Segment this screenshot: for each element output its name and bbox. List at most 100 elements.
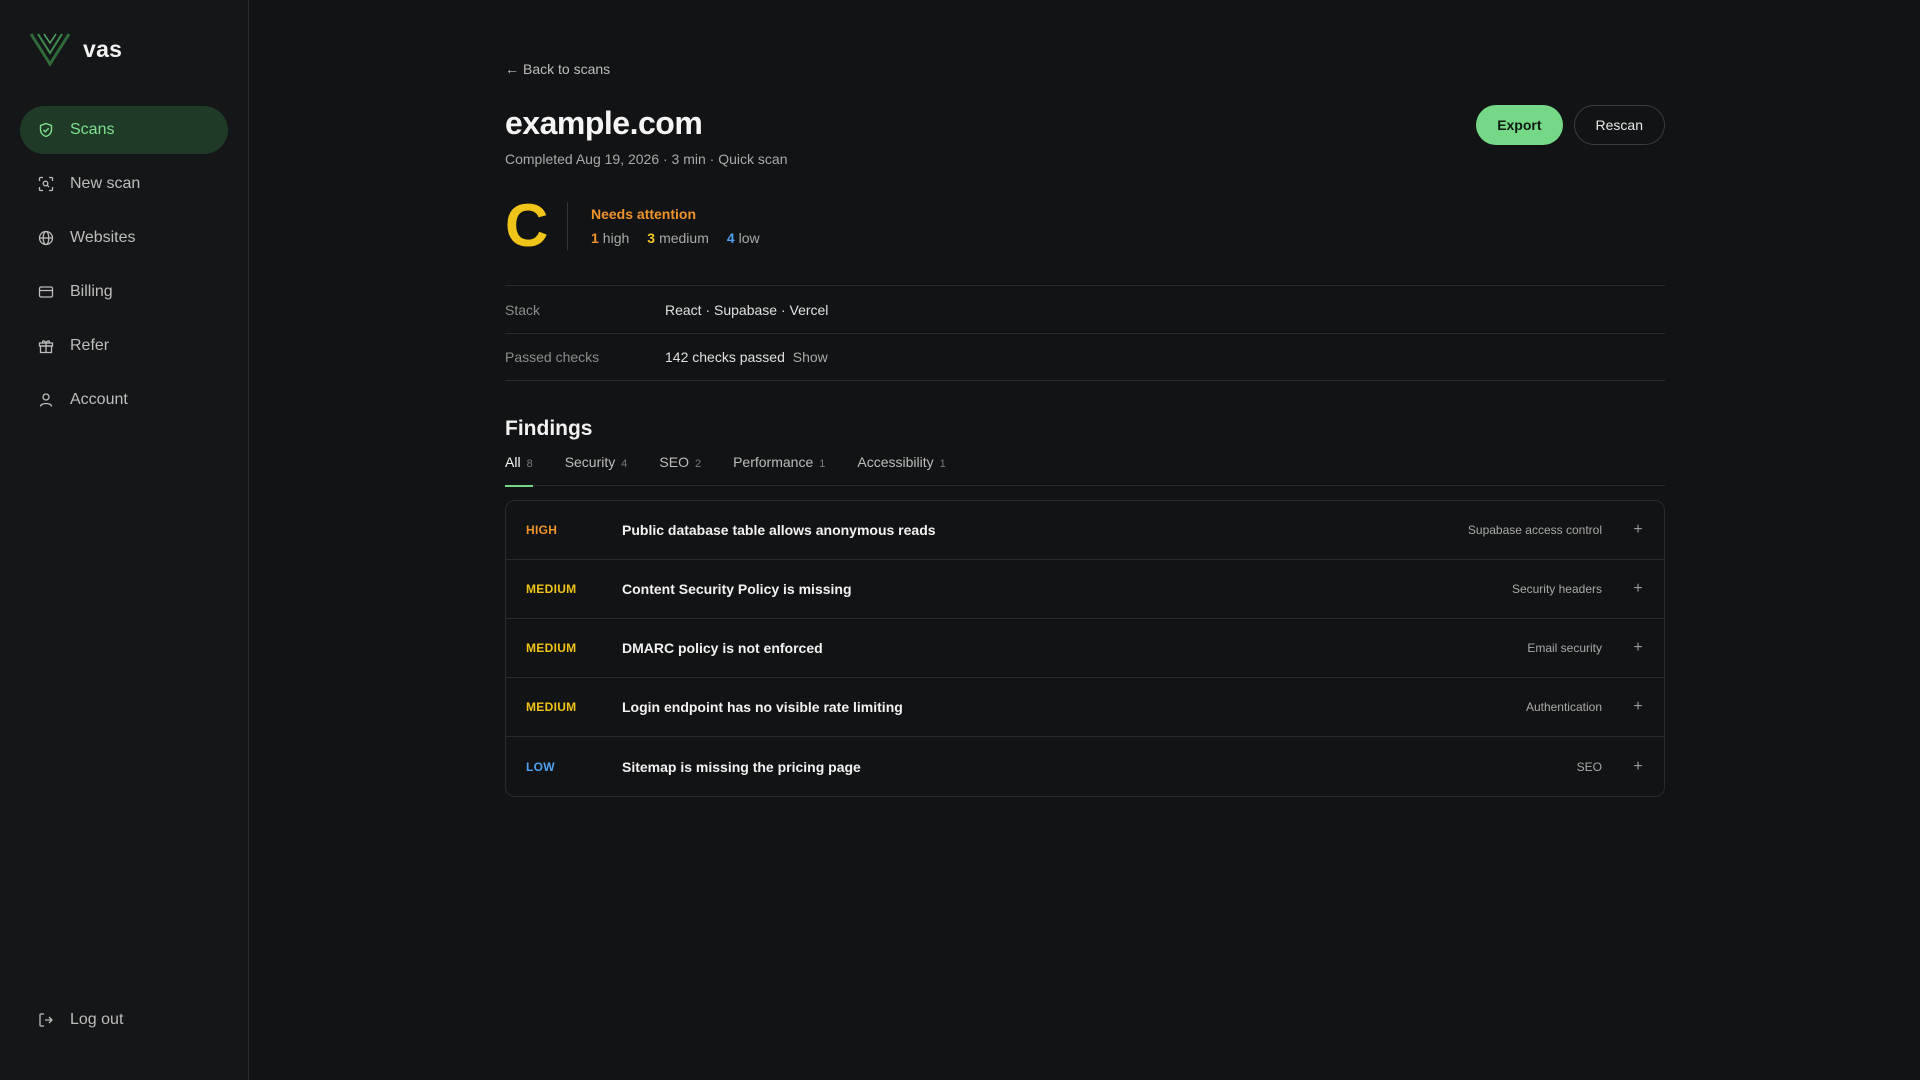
scan-subtitle: Completed Aug 19, 2026 · 3 min · Quick s…	[505, 151, 788, 167]
main-content: ← Back to scans example.com Completed Au…	[249, 0, 1920, 1080]
tab-count: 4	[621, 458, 628, 470]
meta-value: 142 checks passed Show	[665, 349, 828, 365]
high-count-label: high	[602, 230, 630, 246]
finding-row[interactable]: MEDIUM Login endpoint has no visible rat…	[506, 678, 1664, 737]
divider	[567, 202, 568, 250]
tab-count: 2	[694, 458, 702, 470]
logout-button[interactable]: Log out	[20, 996, 229, 1044]
sidebar-item-new-scan[interactable]: New scan	[20, 160, 228, 208]
severity-counts: 1 high 3 medium 4 low	[591, 230, 760, 246]
tab-security[interactable]: Security 4	[565, 454, 628, 486]
sidebar: vas Scans New scan Websites Billing Refe…	[0, 0, 249, 1080]
finding-category: Supabase access control	[1467, 523, 1602, 537]
medium-count: 3 medium	[647, 230, 709, 246]
sidebar-item-billing[interactable]: Billing	[20, 268, 228, 316]
finding-row[interactable]: MEDIUM Content Security Policy is missin…	[506, 560, 1664, 619]
meta-label: Passed checks	[505, 349, 600, 365]
sidebar-item-label: New scan	[70, 175, 141, 192]
finding-category: Email security	[1527, 641, 1602, 655]
finding-title: DMARC policy is not enforced	[622, 640, 823, 656]
tab-label: Performance	[733, 454, 814, 470]
logout-icon	[38, 1012, 54, 1028]
meta-label: Stack	[505, 301, 541, 318]
findings-title: Findings	[505, 417, 593, 440]
tab-all[interactable]: All 8	[505, 454, 533, 487]
grade-summary: C Needs attention 1 high 3 medium 4 low	[505, 196, 760, 256]
user-icon	[38, 392, 54, 408]
finding-category: SEO	[1576, 759, 1602, 774]
severity-badge: LOW	[526, 759, 555, 774]
scan-meta: Stack React · Supabase · Vercel Passed c…	[505, 285, 1665, 381]
expand-icon[interactable]: +	[1632, 639, 1644, 657]
high-count-value: 1	[591, 230, 599, 246]
back-link[interactable]: ← Back to scans	[505, 61, 610, 77]
meta-value: React · Supabase · Vercel	[665, 301, 829, 318]
globe-icon	[38, 230, 54, 246]
grade-info: Needs attention 1 high 3 medium 4 low	[591, 206, 760, 246]
finding-category: Authentication	[1525, 700, 1602, 714]
meta-row-stack: Stack React · Supabase · Vercel	[505, 285, 1665, 333]
severity-badge: HIGH	[526, 523, 558, 537]
expand-icon[interactable]: +	[1632, 758, 1644, 776]
passed-count: 142 checks passed	[665, 349, 785, 365]
expand-icon[interactable]: +	[1632, 698, 1644, 716]
finding-title: Login endpoint has no visible rate limit…	[622, 699, 903, 715]
tab-label: Security	[564, 454, 616, 470]
gift-icon	[38, 338, 54, 354]
arrow-left-icon: ←	[505, 61, 519, 77]
sidebar-nav: Scans New scan Websites Billing Refer Ac…	[20, 106, 228, 424]
severity-badge: MEDIUM	[526, 582, 577, 596]
severity-badge: MEDIUM	[526, 641, 577, 655]
low-count-value: 4	[726, 230, 735, 246]
finding-row[interactable]: LOW Sitemap is missing the pricing page …	[506, 737, 1664, 796]
show-passed-link[interactable]: Show	[793, 349, 828, 365]
sidebar-item-account[interactable]: Account	[20, 376, 228, 424]
logo-icon	[29, 33, 71, 67]
tab-count: 1	[939, 458, 946, 470]
rescan-button[interactable]: Rescan	[1573, 105, 1665, 145]
findings-list: HIGH Public database table allows anonym…	[505, 500, 1665, 797]
finding-title: Content Security Policy is missing	[622, 581, 852, 597]
page-title: example.com	[505, 105, 703, 141]
sidebar-item-refer[interactable]: Refer	[20, 322, 228, 370]
logout-label: Log out	[70, 1011, 124, 1028]
scan-icon	[38, 176, 54, 192]
severity-badge: MEDIUM	[526, 700, 577, 714]
medium-count-label: medium	[659, 230, 709, 246]
tab-seo[interactable]: SEO 2	[659, 454, 701, 486]
findings-tabs: All 8 Security 4 SEO 2 Performance 1 Accessi…	[505, 454, 1665, 487]
sidebar-item-label: Websites	[70, 229, 136, 246]
sidebar-item-label: Scans	[70, 121, 115, 138]
back-label: Back to scans	[523, 61, 611, 77]
tab-count: 8	[526, 458, 533, 470]
tab-performance[interactable]: Performance 1	[733, 454, 825, 486]
credit-card-icon	[38, 284, 54, 300]
finding-category: Security headers	[1511, 582, 1602, 596]
finding-row[interactable]: HIGH Public database table allows anonym…	[506, 501, 1664, 560]
meta-row-passed: Passed checks 142 checks passed Show	[505, 333, 1665, 381]
shield-check-icon	[38, 122, 54, 138]
export-button[interactable]: Export	[1476, 105, 1563, 145]
app-root: vas Scans New scan Websites Billing Refe…	[0, 0, 1920, 1080]
finding-row[interactable]: MEDIUM DMARC policy is not enforced Emai…	[506, 619, 1664, 678]
tab-label: SEO	[659, 454, 689, 470]
expand-icon[interactable]: +	[1632, 521, 1644, 539]
tab-accessibility[interactable]: Accessibility 1	[857, 454, 945, 486]
finding-title: Public database table allows anonymous r…	[622, 522, 936, 538]
finding-title: Sitemap is missing the pricing page	[622, 758, 861, 775]
sidebar-item-label: Account	[70, 391, 128, 408]
expand-icon[interactable]: +	[1632, 580, 1644, 598]
tab-label: All	[505, 454, 521, 470]
tab-count: 1	[819, 458, 826, 470]
low-count-label: low	[738, 230, 760, 246]
tab-label: Accessibility	[857, 454, 934, 470]
sidebar-item-label: Billing	[70, 283, 113, 300]
grade-status: Needs attention	[591, 206, 697, 222]
sidebar-item-label: Refer	[70, 337, 110, 354]
sidebar-item-websites[interactable]: Websites	[20, 214, 228, 262]
low-count: 4 low	[727, 230, 760, 246]
header-actions: Export Rescan	[1476, 105, 1665, 145]
sidebar-item-scans[interactable]: Scans	[20, 106, 228, 154]
medium-count-value: 3	[647, 230, 656, 246]
logo[interactable]: vas	[20, 0, 228, 98]
